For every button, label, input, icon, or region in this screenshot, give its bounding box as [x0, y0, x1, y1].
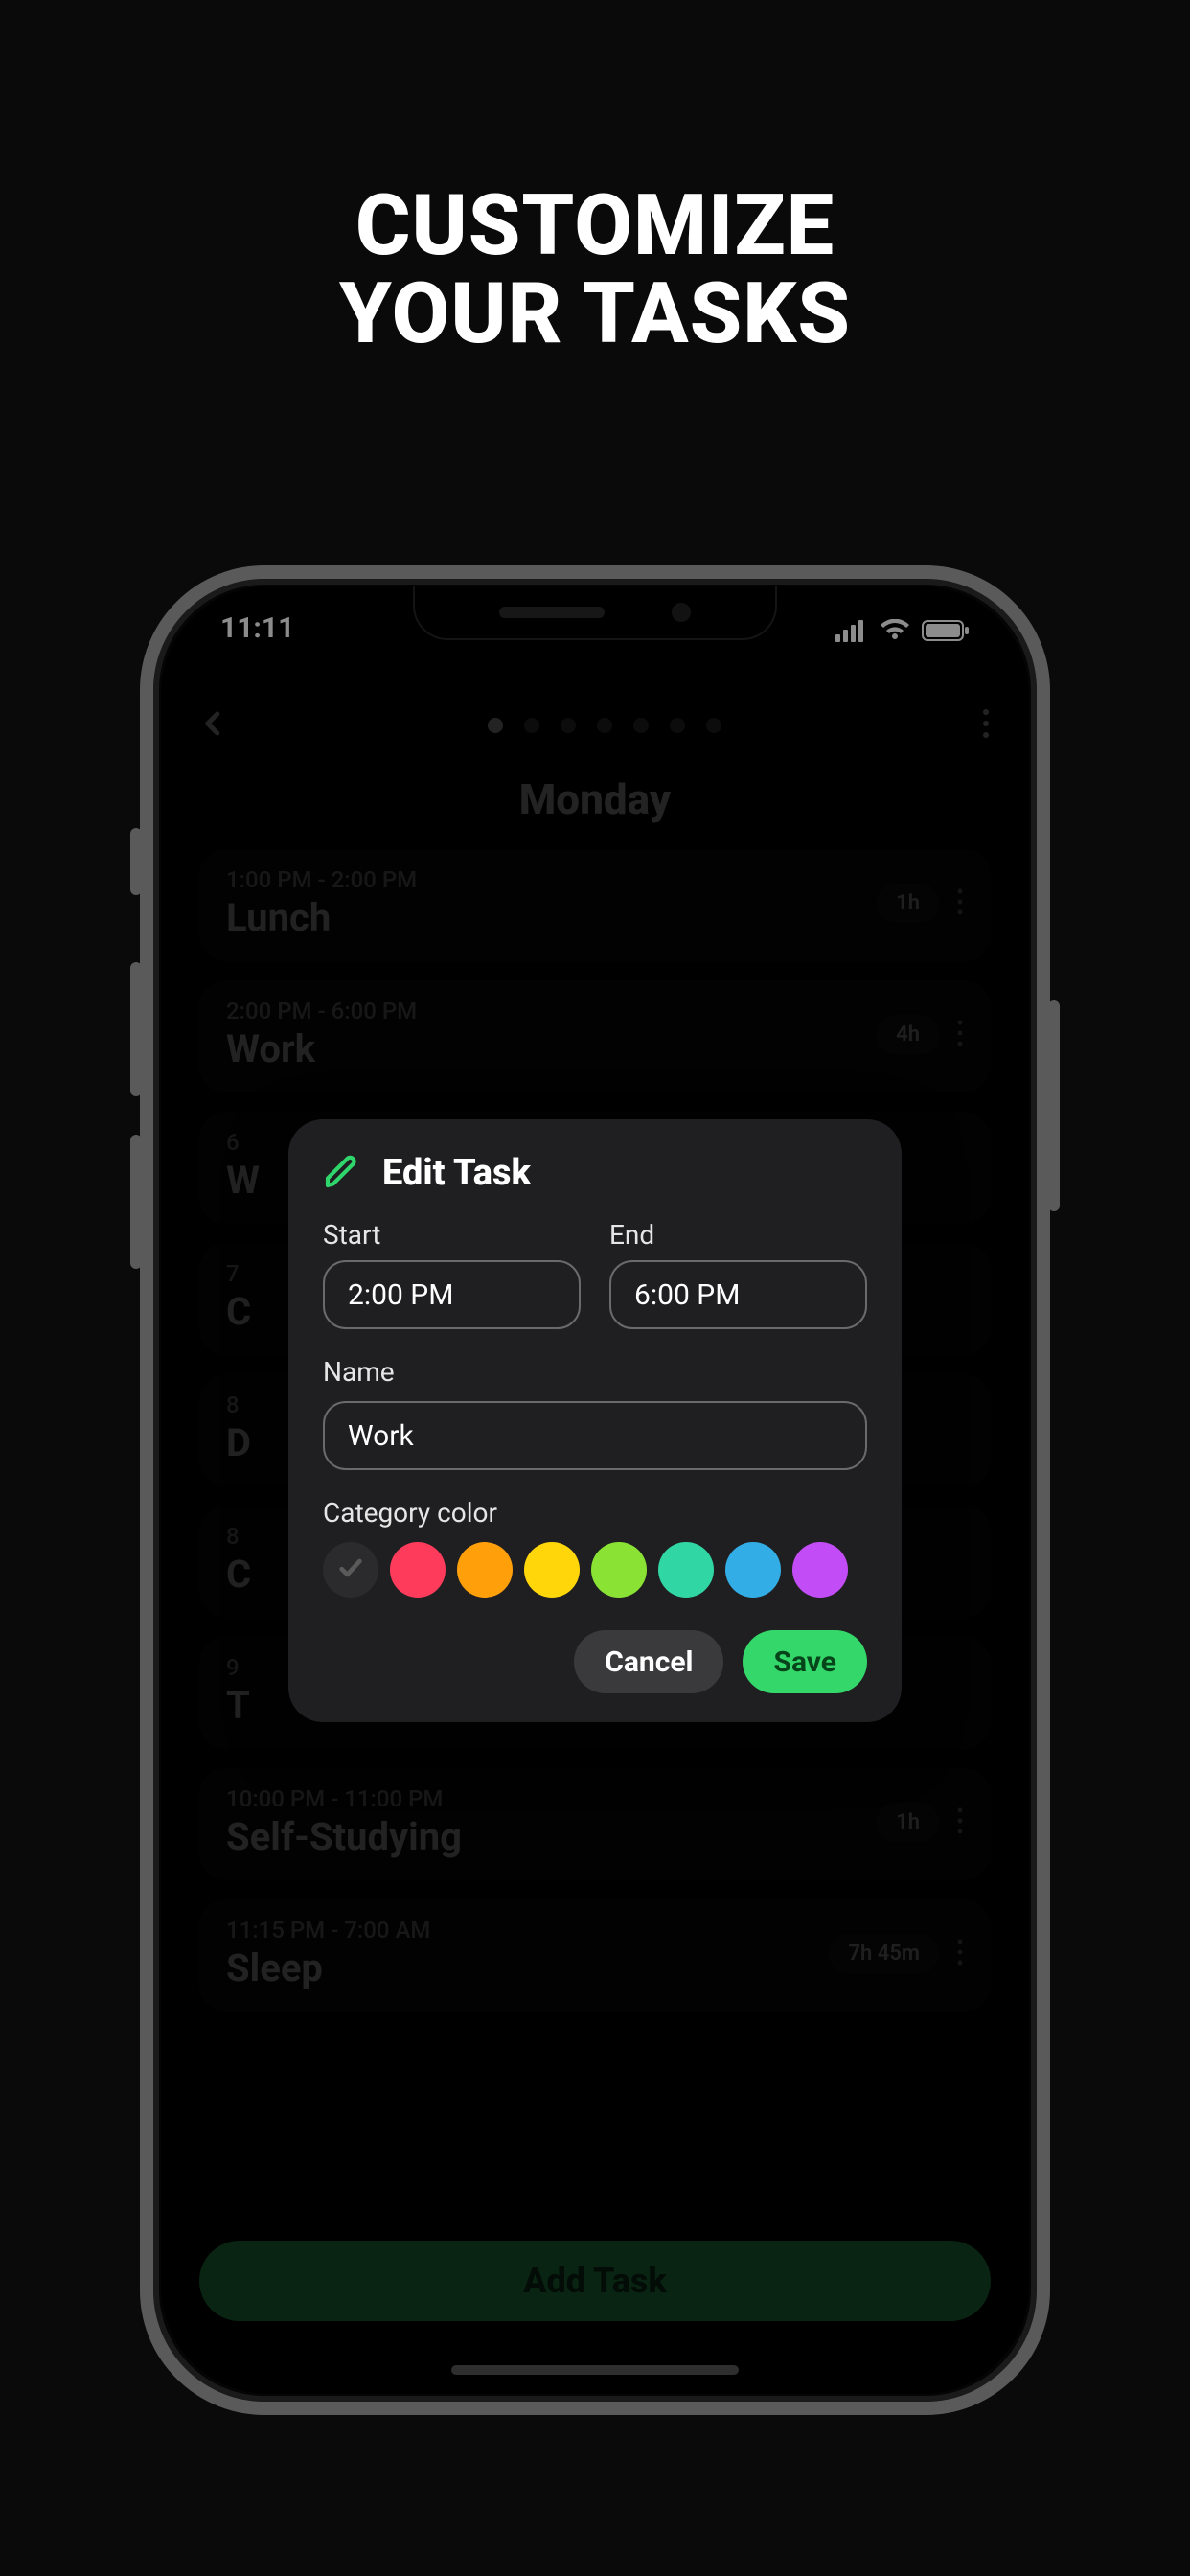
name-label: Name	[323, 1356, 867, 1388]
end-label: End	[609, 1219, 867, 1251]
volume-down-button	[130, 1135, 142, 1269]
color-swatch[interactable]	[658, 1542, 714, 1598]
promo-line2: YOUR TASKS	[0, 270, 1190, 358]
power-button	[1048, 1000, 1060, 1211]
start-time-value: 2:00 PM	[348, 1278, 453, 1312]
check-icon	[337, 1554, 364, 1585]
color-swatch-none[interactable]	[323, 1542, 378, 1598]
phone-frame: 11:11	[140, 565, 1050, 2415]
color-swatch[interactable]	[725, 1542, 781, 1598]
save-label: Save	[773, 1645, 836, 1679]
promo-line1: CUSTOMIZE	[0, 182, 1190, 270]
color-swatch[interactable]	[457, 1542, 513, 1598]
name-input[interactable]: Work	[323, 1401, 867, 1470]
color-swatch[interactable]	[591, 1542, 647, 1598]
category-color-label: Category color	[323, 1497, 867, 1529]
start-label: Start	[323, 1219, 581, 1251]
edit-task-modal: Edit Task Start 2:00 PM End 6:00 PM Name	[288, 1119, 902, 1722]
end-time-input[interactable]: 6:00 PM	[609, 1260, 867, 1329]
cancel-button[interactable]: Cancel	[574, 1630, 723, 1693]
screen: 11:11	[161, 586, 1029, 2394]
mute-switch	[130, 828, 142, 895]
color-swatch[interactable]	[792, 1542, 848, 1598]
save-button[interactable]: Save	[743, 1630, 867, 1693]
end-time-value: 6:00 PM	[634, 1278, 740, 1312]
color-swatch[interactable]	[390, 1542, 446, 1598]
promo-title: CUSTOMIZE YOUR TASKS	[0, 182, 1190, 359]
volume-up-button	[130, 962, 142, 1096]
cancel-label: Cancel	[605, 1645, 693, 1679]
name-value: Work	[348, 1419, 414, 1453]
modal-title: Edit Task	[382, 1152, 531, 1194]
color-swatch[interactable]	[524, 1542, 580, 1598]
start-time-input[interactable]: 2:00 PM	[323, 1260, 581, 1329]
pencil-icon	[323, 1152, 361, 1194]
color-swatches	[323, 1542, 867, 1598]
